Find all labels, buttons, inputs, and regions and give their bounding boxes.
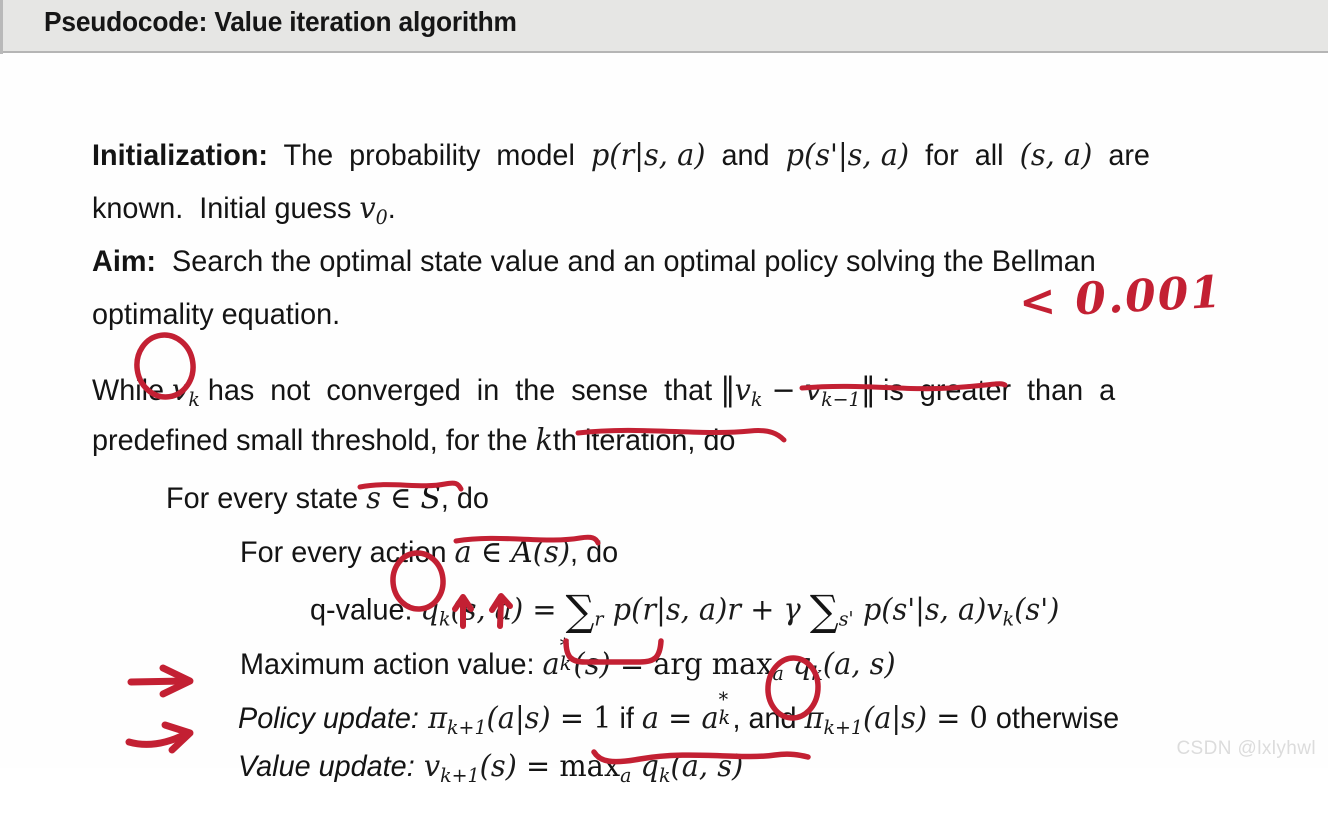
math-v-k1: v [414, 749, 441, 784]
initialization-text-3: for all [909, 139, 1020, 172]
math-max: max [559, 749, 621, 784]
math-pi-second-args: (a|s) [862, 701, 928, 736]
math-pi-k1-second-subscript: k+1 [823, 715, 863, 739]
math-v-k1-args: (s) [479, 749, 517, 784]
math-equals-5: = [927, 701, 970, 736]
math-vk-next-subscript: k [1002, 607, 1015, 631]
math-norm-vk-1-subscript: k−1 [821, 387, 861, 411]
csdn-watermark: CSDN @lxlyhwl [1176, 738, 1316, 759]
math-k-index: k [535, 423, 553, 458]
initialization-text-4: are [1092, 139, 1150, 172]
math-pi-k1-second: π [804, 701, 824, 736]
page-title: Pseudocode: Value iteration algorithm [44, 6, 517, 37]
while-line2-text-b: th iteration, do [552, 424, 736, 457]
handwritten-threshold-note: < 0.001 [1017, 266, 1225, 329]
while-text-3: is greater than a [875, 374, 1116, 407]
aim-text-2: optimality equation. [92, 298, 341, 331]
policy-and-word: , and [732, 702, 805, 735]
math-max-subscript: a [620, 763, 632, 787]
math-v-k1-subscript: k+1 [440, 763, 480, 787]
math-norm-minus: − [762, 373, 805, 408]
math-qk-3-args: (a, s) [670, 749, 744, 784]
math-norm-vk-subscript: k [750, 387, 763, 411]
math-qk-3-subscript: k [659, 763, 671, 787]
math-vk-next: v [986, 592, 1003, 628]
math-p-sprime-given-sa: p(s'|s, a) [785, 138, 910, 173]
math-equals-6: = [516, 749, 560, 784]
slide-canvas: Pseudocode: Value iteration algorithm In… [0, 0, 1328, 786]
initialization-text-2: and [705, 139, 786, 172]
math-vk-next-args: (s') [1014, 592, 1060, 628]
math-p-r-given-sa: p(r|s, a) [590, 138, 706, 173]
frame-left-rule [0, 0, 3, 54]
value-update-label: Value update: [238, 750, 415, 783]
slide-header-bar: Pseudocode: Value iteration algorithm [0, 0, 1328, 53]
math-zero: 0 [969, 701, 988, 736]
math-norm-vk-1: v [804, 373, 822, 408]
slide-body: Initialization: The probability model p(… [0, 53, 1328, 786]
math-state-action-pair: (s, a) [1019, 138, 1093, 173]
policy-otherwise-word: otherwise [987, 702, 1120, 735]
math-qk-3: q [631, 749, 660, 784]
math-norm-vk: v [734, 373, 751, 408]
value-update-line: Value update: vk+1(s) = maxa qk(a, s) [190, 722, 743, 816]
math-norm-close: ‖ [860, 370, 876, 408]
